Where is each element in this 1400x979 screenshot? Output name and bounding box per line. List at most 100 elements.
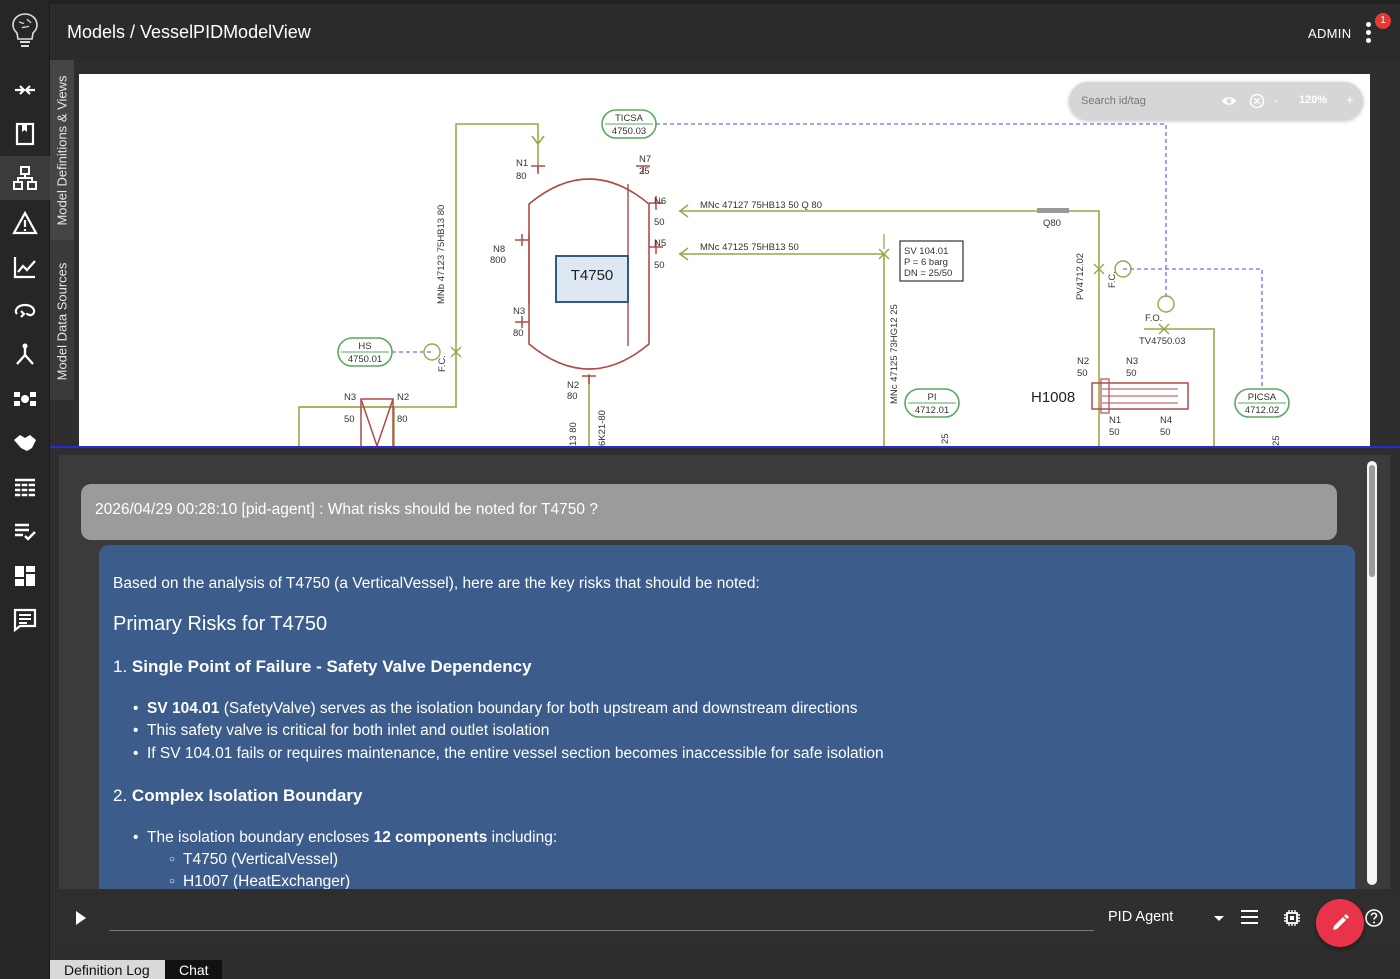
list-menu-icon[interactable]	[1241, 910, 1258, 928]
checklist-icon[interactable]	[10, 517, 40, 547]
notification-badge[interactable]: 1	[1375, 13, 1391, 29]
search-input[interactable]	[1081, 92, 1211, 110]
app-header: Models / VesselPIDModelView ADMIN 1	[50, 0, 1400, 62]
chat-input[interactable]	[109, 905, 1094, 931]
dashboard-icon[interactable]	[10, 561, 40, 591]
help-icon[interactable]	[1364, 908, 1384, 933]
tab-chat[interactable]: Chat	[165, 960, 222, 979]
section-1-list: SV 104.01 (SafetyValve) serves as the is…	[113, 698, 1341, 765]
hierarchy-icon[interactable]	[0, 156, 50, 200]
svg-text:TV4750.03: TV4750.03	[1139, 336, 1185, 347]
svg-text:F.O.: F.O.	[1145, 313, 1162, 324]
safety-valve-sv10401[interactable]: SV 104.01 P = 6 barg DN = 25/50	[878, 234, 964, 282]
vessel-t4750[interactable]: T4750	[528, 178, 650, 370]
tag-pi[interactable]: PI 4712.01	[904, 388, 960, 418]
svg-text:N2: N2	[1077, 356, 1089, 367]
svg-text:P = 6 barg: P = 6 barg	[904, 257, 948, 268]
brain-logo-icon[interactable]	[7, 10, 43, 50]
svg-text:25: 25	[1271, 435, 1282, 446]
warning-icon[interactable]	[10, 208, 40, 238]
panel-splitter[interactable]	[50, 446, 1400, 448]
zoom-level: 120%	[1299, 94, 1328, 106]
clear-circle-icon[interactable]	[1249, 93, 1265, 114]
section-2-title: 2. Complex Isolation Boundary	[113, 785, 363, 805]
svg-text:50: 50	[654, 260, 665, 271]
answer-heading: Primary Risks for T4750	[113, 613, 328, 635]
list-item: If SV 104.01 fails or requires maintenan…	[133, 743, 1341, 766]
tag-hs[interactable]: HS 4750.01	[337, 337, 393, 367]
vertical-tab-strip: Model Definitions & Views Model Data Sou…	[50, 60, 74, 400]
chip-settings-icon[interactable]	[1282, 908, 1302, 933]
svg-text:MNb 47123 75HB13 80: MNb 47123 75HB13 80	[436, 205, 447, 304]
svg-text:MNc 47125 75HB13 50: MNc 47125 75HB13 50	[700, 242, 799, 253]
svg-text:F.C.: F.C.	[437, 355, 448, 372]
section-2-list: The isolation boundary encloses 12 compo…	[113, 827, 1341, 889]
svg-text:N1: N1	[516, 158, 528, 169]
svg-text:25: 25	[940, 433, 951, 444]
svg-text:80: 80	[513, 328, 524, 339]
svg-text:80: 80	[567, 391, 578, 402]
svg-text:N8: N8	[493, 244, 505, 255]
zoom-out-button[interactable]: -	[1274, 93, 1278, 107]
eye-icon[interactable]	[1221, 94, 1237, 113]
user-name[interactable]: ADMIN	[1308, 26, 1351, 41]
svg-text:6K21-80: 6K21-80	[597, 410, 608, 446]
dropdown-caret-icon[interactable]	[1214, 916, 1224, 921]
chat-scrollbar[interactable]	[1367, 461, 1377, 885]
fork-icon[interactable]	[10, 340, 40, 370]
edit-fab-button[interactable]	[1316, 899, 1364, 947]
svg-text:50: 50	[344, 414, 355, 425]
svg-text:50: 50	[654, 217, 665, 228]
scrollbar-thumb[interactable]	[1369, 465, 1375, 577]
heat-exchanger-h1008[interactable]: H1008	[1031, 378, 1189, 414]
chat-input-bar: PID Agent	[59, 897, 1400, 941]
svg-text:MNc 47125 73HG12 25: MNc 47125 73HG12 25	[889, 304, 900, 404]
tag-ticsa[interactable]: TICSA 4750.03	[601, 109, 657, 139]
tab-definition-log[interactable]: Definition Log	[50, 960, 165, 979]
svg-text:T4750: T4750	[571, 267, 614, 284]
svg-text:SV 104.01: SV 104.01	[904, 246, 948, 257]
svg-text:4712.01: 4712.01	[915, 405, 949, 416]
svg-text:50: 50	[1109, 427, 1120, 438]
section-1-title: 1. Single Point of Failure - Safety Valv…	[113, 657, 532, 676]
more-vert-icon[interactable]	[1362, 22, 1374, 48]
svg-text:4750.01: 4750.01	[348, 354, 382, 365]
svg-text:PICSA: PICSA	[1248, 392, 1277, 403]
table-icon[interactable]	[10, 473, 40, 503]
play-icon[interactable]	[76, 911, 86, 925]
answer-intro: Based on the analysis of T4750 (a Vertic…	[113, 575, 760, 592]
pid-diagram-canvas[interactable]: T4750 N1 80 N7 25 N6 50 N5 50 N8 800 N3 80 N2	[79, 74, 1370, 446]
zoom-in-button[interactable]: +	[1346, 92, 1354, 107]
svg-text:HS: HS	[358, 341, 371, 352]
svg-text:4750.03: 4750.03	[612, 126, 646, 137]
svg-text:TICSA: TICSA	[615, 113, 644, 124]
graph-nodes-icon[interactable]	[10, 384, 40, 414]
tag-picsa[interactable]: PICSA 4712.02	[1234, 388, 1290, 418]
svg-text:800: 800	[490, 255, 506, 266]
svg-text:13 80: 13 80	[568, 422, 579, 446]
tab-model-definitions[interactable]: Model Definitions & Views	[50, 60, 74, 240]
comment-icon[interactable]	[10, 605, 40, 635]
svg-text:25: 25	[639, 166, 650, 177]
book-icon[interactable]	[10, 119, 40, 149]
list-item: T4750 (VerticalVessel)	[169, 849, 1341, 872]
svg-text:N2: N2	[567, 380, 579, 391]
chat-question-message: 2026/04/29 00:28:10 [pid-agent] : What r…	[81, 484, 1337, 540]
svg-text:H1008: H1008	[1031, 389, 1075, 406]
line-chart-icon[interactable]	[10, 252, 40, 282]
list-item: SV 104.01 (SafetyValve) serves as the is…	[133, 698, 1341, 721]
svg-text:DN = 25/50: DN = 25/50	[904, 268, 952, 279]
sub-list: T4750 (VerticalVessel) H1007 (HeatExchan…	[147, 849, 1341, 889]
app-window: Models / VesselPIDModelView ADMIN 1 Mode…	[0, 0, 1400, 979]
loop-icon[interactable]	[10, 296, 40, 326]
compare-arrows-icon[interactable]	[10, 75, 40, 105]
diagram-toolbar: - 120% +	[1069, 82, 1363, 120]
list-item: This safety valve is critical for both i…	[133, 720, 1341, 743]
left-nav-rail	[0, 0, 50, 979]
agent-select[interactable]: PID Agent	[1108, 909, 1173, 925]
tab-model-data-sources[interactable]: Model Data Sources	[50, 246, 74, 396]
svg-text:N3: N3	[513, 306, 525, 317]
svg-text:N7: N7	[639, 154, 651, 165]
handshake-icon[interactable]	[10, 428, 40, 458]
pencil-icon	[1333, 914, 1349, 930]
